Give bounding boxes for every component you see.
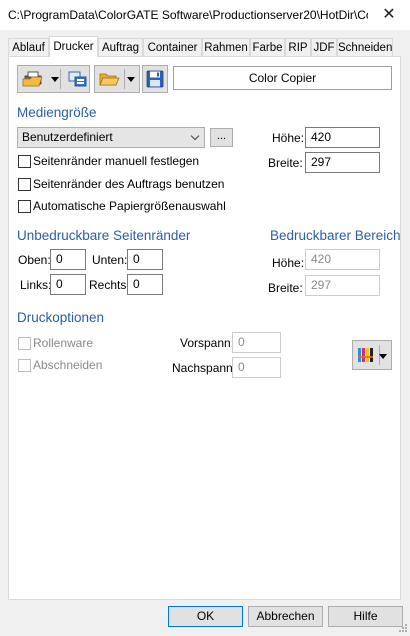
- cut-label: Abschneiden: [33, 358, 103, 372]
- folder-open-icon[interactable]: [99, 70, 121, 88]
- margin-right-field[interactable]: 0: [127, 274, 163, 295]
- printer-name-display: Color Copier: [173, 66, 392, 90]
- tab-drucker[interactable]: Drucker: [49, 36, 98, 57]
- window-title: C:\ProgramData\ColorGATE Software\Produc…: [8, 8, 368, 22]
- job-margins-label: Seitenränder des Auftrags benutzen: [33, 177, 225, 191]
- roll-media-label: Rollenware: [33, 336, 94, 350]
- help-button[interactable]: Hilfe: [328, 606, 403, 627]
- media-size-title: Mediengröße: [17, 105, 97, 120]
- margin-top-label: Oben:: [18, 253, 51, 267]
- margin-bottom-field[interactable]: 0: [127, 249, 163, 270]
- printable-width-label: Breite:: [268, 281, 303, 295]
- margin-left-field[interactable]: 0: [50, 274, 86, 295]
- margin-right-label: Rechts:: [89, 278, 130, 292]
- color-options-button[interactable]: [352, 340, 392, 370]
- printable-area-title: Bedruckbarer Bereich: [270, 228, 401, 243]
- manual-margins-label: Seitenränder manuell festlegen: [33, 154, 200, 168]
- manual-margins-checkbox[interactable]: [18, 155, 31, 168]
- trailer-label: Nachspann:: [172, 361, 237, 375]
- auto-paper-size-label: Automatische Papiergrößenauswahl: [33, 199, 226, 213]
- color-options-dropdown-icon[interactable]: [379, 354, 387, 359]
- media-size-more-button[interactable]: ...: [210, 128, 233, 147]
- printer-open-dropdown-icon[interactable]: [51, 77, 59, 82]
- unprintable-margins-title: Unbedruckbare Seitenränder: [17, 228, 191, 243]
- title-bar: C:\ProgramData\ColorGATE Software\Produc…: [0, 0, 410, 30]
- color-bars-icon: [357, 346, 375, 364]
- media-height-label: Höhe:: [272, 131, 305, 145]
- cancel-button[interactable]: Abbrechen: [248, 606, 323, 627]
- print-options-title: Druckoptionen: [17, 310, 105, 325]
- job-margins-checkbox[interactable]: [18, 178, 31, 191]
- printer-open-icon[interactable]: [22, 70, 44, 88]
- media-width-label: Breite:: [268, 156, 303, 170]
- tab-rip[interactable]: RIP: [285, 38, 311, 56]
- printable-height-label: Höhe:: [272, 256, 305, 270]
- save-button[interactable]: [142, 65, 168, 93]
- tab-rahmen[interactable]: Rahmen: [202, 38, 250, 56]
- folder-open-dropdown-icon[interactable]: [127, 77, 135, 82]
- media-size-selected: Benutzerdefiniert: [22, 130, 113, 144]
- tab-farbe[interactable]: Farbe: [250, 38, 285, 56]
- folder-toolbar-group: [94, 65, 140, 93]
- margin-left-label: Links:: [20, 278, 52, 292]
- media-size-select[interactable]: Benutzerdefiniert: [17, 127, 205, 148]
- tab-container[interactable]: Container: [143, 38, 202, 56]
- close-icon[interactable]: ✕: [378, 5, 400, 25]
- margin-bottom-label: Unten:: [92, 253, 128, 267]
- save-icon: [146, 70, 164, 88]
- auto-paper-size-checkbox[interactable]: [18, 200, 31, 213]
- trailer-field: 0: [232, 357, 281, 378]
- tab-schneiden[interactable]: Schneiden: [337, 38, 393, 56]
- media-width-field[interactable]: 297: [305, 152, 380, 173]
- tab-auftrag[interactable]: Auftrag: [98, 38, 143, 56]
- margin-top-field[interactable]: 0: [50, 249, 86, 270]
- leader-label: Vorspann:: [180, 336, 235, 350]
- printable-height-field: 420: [305, 249, 380, 270]
- ok-button[interactable]: OK: [168, 606, 243, 627]
- printable-width-field: 297: [305, 275, 380, 296]
- tab-ablauf[interactable]: Ablauf: [8, 38, 49, 56]
- printer-copy-icon[interactable]: [68, 70, 88, 88]
- leader-field: 0: [232, 332, 281, 353]
- cut-checkbox: [18, 359, 31, 372]
- roll-media-checkbox: [18, 337, 31, 350]
- chevron-down-icon: [190, 131, 200, 141]
- media-height-field[interactable]: 420: [305, 127, 380, 148]
- tab-jdf[interactable]: JDF: [311, 38, 337, 56]
- printer-toolbar-group: [17, 65, 90, 93]
- resize-grip-icon[interactable]: [398, 622, 408, 632]
